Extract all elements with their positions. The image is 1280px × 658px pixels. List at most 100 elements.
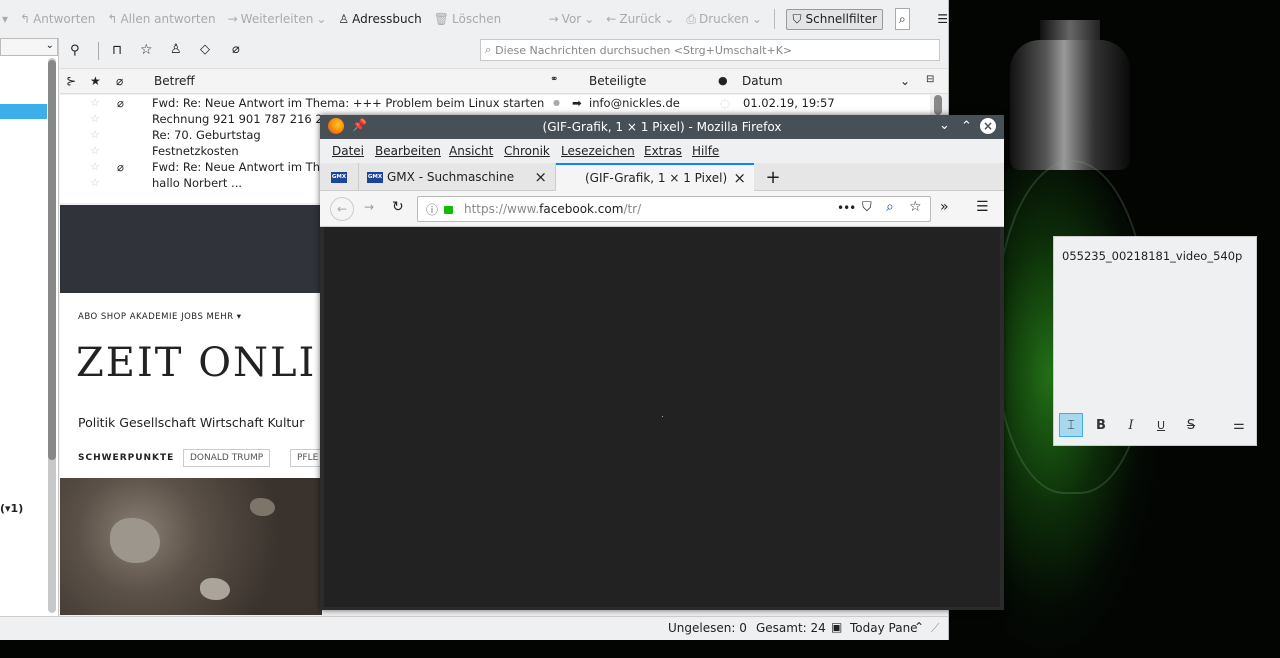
- thread-column-icon[interactable]: ⊱: [66, 74, 76, 88]
- settings-sliders-icon[interactable]: ⚌: [1227, 413, 1251, 437]
- pinned-tab[interactable]: GMX: [320, 163, 359, 191]
- search-icon[interactable]: ⌕: [886, 199, 894, 215]
- column-picker-icon[interactable]: ⊟: [926, 74, 934, 85]
- menu-button[interactable]: ☰: [976, 199, 989, 215]
- participants-column[interactable]: Beteiligte: [589, 74, 646, 88]
- calendar-icon: ▣: [831, 620, 843, 634]
- dropdown-arrow-icon[interactable]: ▾: [2, 12, 8, 26]
- article-image[interactable]: [60, 478, 322, 615]
- chevron-down-icon[interactable]: ⌄: [584, 12, 594, 26]
- note-text[interactable]: 055235_00218181_video_540p: [1062, 249, 1242, 263]
- print-button[interactable]: ⎙ Drucken ⌄: [686, 12, 762, 27]
- underline-button[interactable]: U: [1149, 413, 1173, 437]
- chevron-down-icon[interactable]: ⌄: [752, 12, 762, 26]
- unread-count: Ungelesen: 0: [668, 621, 747, 635]
- star-column-icon[interactable]: ★: [90, 74, 101, 88]
- chevron-down-icon[interactable]: ⌄: [664, 12, 674, 26]
- reply-all-icon: ↰: [107, 12, 118, 26]
- reload-button[interactable]: ↻: [392, 199, 404, 215]
- tag-filter-icon[interactable]: ◇: [200, 42, 210, 57]
- folder-view-dropdown[interactable]: ⌄: [0, 38, 58, 56]
- forward-button[interactable]: → Weiterleiten ⌄: [228, 12, 327, 26]
- quickfilter-button[interactable]: ⛉ Schnellfilter: [786, 8, 883, 30]
- pin-icon[interactable]: ⚲: [70, 43, 80, 58]
- tab-gmx[interactable]: GMX GMX - Suchmaschine ×: [358, 163, 556, 191]
- star-icon[interactable]: ☆: [90, 144, 100, 157]
- zeit-section-menu[interactable]: Politik Gesellschaft Wirtschaft Kultur: [78, 415, 304, 430]
- unread-filter-icon[interactable]: ⊓: [112, 43, 122, 58]
- star-icon[interactable]: ☆: [90, 96, 100, 109]
- mail-toolbar: ▾ ↰ Antworten ↰ Allen antworten → Weiterlei…: [0, 0, 948, 38]
- menu-tools[interactable]: Extras: [644, 144, 682, 158]
- read-dot-icon[interactable]: ●: [553, 98, 560, 107]
- star-filter-icon[interactable]: ☆: [140, 42, 153, 58]
- next-button[interactable]: → Vor ⌄: [549, 12, 595, 26]
- attachment-filter-icon[interactable]: ⌀: [232, 42, 240, 57]
- search-button[interactable]: ⌕: [894, 8, 910, 30]
- tab-close-icon[interactable]: ×: [534, 168, 547, 186]
- tab-close-icon[interactable]: ×: [733, 169, 746, 187]
- menu-file[interactable]: Datei: [332, 144, 364, 158]
- page-content-gif[interactable]: [324, 227, 1000, 607]
- menu-bookmarks[interactable]: Lesezeichen: [561, 144, 635, 158]
- back-button[interactable]: ← Zurück ⌄: [606, 12, 674, 26]
- strikethrough-button[interactable]: S: [1179, 413, 1203, 437]
- info-icon[interactable]: ⓘ: [426, 201, 438, 218]
- italic-button[interactable]: I: [1119, 413, 1143, 437]
- menu-help[interactable]: Hilfe: [692, 144, 719, 158]
- bookmark-star-icon[interactable]: ☆: [909, 199, 922, 215]
- app-menu-button[interactable]: ☰: [937, 12, 948, 26]
- back-button[interactable]: ←: [330, 197, 354, 221]
- table-row[interactable]: ☆ ⌀ Fwd: Re: Neue Antwort im Thema: +++ …: [60, 96, 930, 112]
- junk-icon[interactable]: ◌: [720, 96, 730, 110]
- topic-tag[interactable]: DONALD TRUMP: [183, 449, 271, 467]
- read-column-icon[interactable]: ⚭: [550, 74, 558, 85]
- star-icon[interactable]: ☆: [90, 160, 100, 173]
- chevron-down-icon[interactable]: ⌄: [316, 12, 326, 26]
- star-icon[interactable]: ☆: [90, 176, 100, 189]
- menu-edit[interactable]: Bearbeiten: [375, 144, 441, 158]
- delete-button[interactable]: 🗑 Löschen: [434, 12, 502, 26]
- chevron-down-icon[interactable]: ⌄: [900, 74, 910, 88]
- bold-button[interactable]: B: [1089, 413, 1113, 437]
- star-icon[interactable]: ☆: [90, 128, 100, 141]
- maximize-icon[interactable]: ⌃: [961, 119, 972, 134]
- chevron-up-icon[interactable]: ⌃: [914, 620, 924, 634]
- forward-button[interactable]: →: [364, 200, 374, 214]
- window-titlebar[interactable]: 📌 (GIF-Grafik, 1 × 1 Pixel) - Mozilla Fi…: [320, 115, 1004, 139]
- addressbook-button[interactable]: ♙ Adressbuch: [338, 12, 421, 26]
- topic-tag[interactable]: PFLE: [290, 449, 322, 467]
- minimize-icon[interactable]: ⌄: [939, 118, 950, 133]
- page-actions-icon[interactable]: •••: [837, 201, 856, 215]
- message-search-input[interactable]: ⌕ Diese Nachrichten durchsuchen <Strg+Ums…: [480, 39, 940, 61]
- selected-folder[interactable]: [0, 104, 47, 119]
- note-format-toolbar: ⌶ B I U S ⚌: [1054, 411, 1258, 439]
- close-icon[interactable]: ×: [980, 118, 996, 134]
- tab-gif-active[interactable]: (GIF-Grafik, 1 × 1 Pixel) ×: [556, 163, 754, 191]
- overflow-button[interactable]: »: [940, 199, 949, 215]
- reply-button[interactable]: ↰ Antworten: [20, 12, 95, 26]
- attachment-icon: ⌀: [117, 96, 124, 110]
- zeit-top-nav[interactable]: ABO SHOP AKADEMIE JOBS MEHR ▾: [78, 312, 242, 322]
- contact-filter-icon[interactable]: ♙: [170, 42, 182, 57]
- message-list-scrollbar[interactable]: [934, 95, 942, 115]
- font-format-button[interactable]: ⌶: [1059, 413, 1083, 437]
- sticky-note-widget[interactable]: 055235_00218181_video_540p ⌶ B I U S ⚌: [1053, 236, 1257, 446]
- hamburger-icon: ☰: [976, 199, 989, 215]
- menu-history[interactable]: Chronik: [504, 144, 550, 158]
- resize-grip-icon[interactable]: ⟋: [931, 621, 939, 636]
- url-bar[interactable]: ⓘ https://www.facebook.com/tr/ ••• ⛉ ⌕ ☆: [417, 196, 931, 222]
- today-pane-toggle[interactable]: Today Pane: [850, 621, 918, 635]
- menu-view[interactable]: Ansicht: [449, 144, 493, 158]
- junk-column-icon[interactable]: ●: [718, 74, 728, 87]
- date-column[interactable]: Datum: [742, 74, 783, 88]
- attachment-column-icon[interactable]: ⌀: [116, 74, 123, 88]
- star-icon[interactable]: ☆: [90, 112, 100, 125]
- folder-scrollbar-thumb[interactable]: [48, 60, 56, 460]
- subject-column[interactable]: Betreff: [154, 74, 195, 88]
- url-text[interactable]: https://www.facebook.com/tr/: [464, 202, 641, 216]
- new-tab-button[interactable]: +: [760, 163, 786, 191]
- arrow-right-icon: →: [548, 12, 559, 26]
- pocket-icon[interactable]: ⛉: [862, 200, 872, 215]
- reply-all-button[interactable]: ↰ Allen antworten: [107, 12, 215, 26]
